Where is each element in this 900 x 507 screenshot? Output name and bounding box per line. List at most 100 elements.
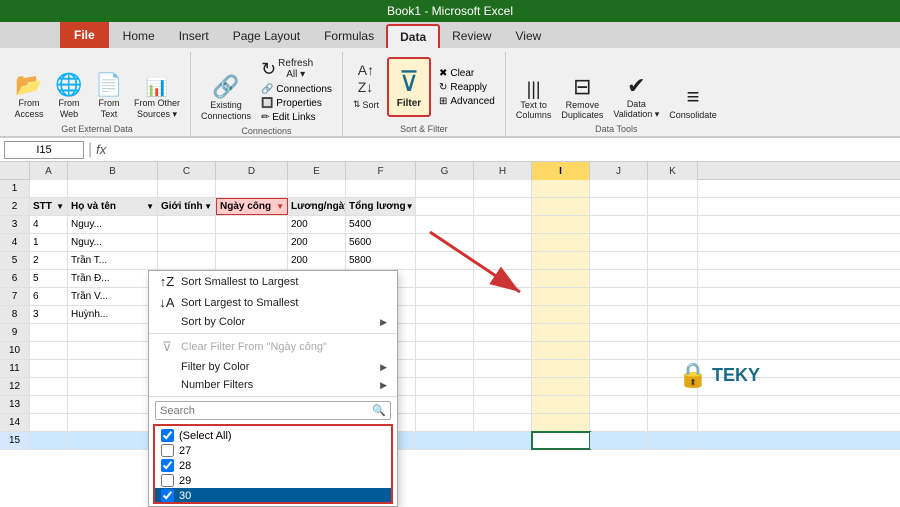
checkbox-28-input[interactable] [161,459,174,472]
filter-search-input[interactable] [156,403,368,419]
remove-duplicates-button[interactable]: ⊟ RemoveDuplicates [557,74,607,122]
clear-button[interactable]: ✖ Clear [435,67,499,80]
tab-home[interactable]: Home [111,24,167,48]
cell-h8[interactable] [474,306,532,323]
sort-largest-smallest-item[interactable]: ↓A Sort Largest to Smallest [149,292,397,313]
cell-d2[interactable]: Ngày công ▼ [216,198,288,215]
text-to-columns-button[interactable]: ||| Text toColumns [512,78,556,122]
from-other-sources-button[interactable]: 📊 From OtherSources ▾ [130,76,184,122]
cell-g1[interactable] [416,180,474,197]
col-header-e[interactable]: E [288,162,346,180]
cell-h4[interactable] [474,234,532,251]
cell-c3[interactable] [158,216,216,233]
checkbox-select-all-input[interactable] [161,429,174,442]
tab-view[interactable]: View [503,24,553,48]
col-header-g[interactable]: G [416,162,474,180]
cell-b11[interactable] [68,360,158,377]
checkbox-30[interactable]: 30 [155,488,391,503]
advanced-button[interactable]: ⊞ Advanced [435,95,499,108]
cell-j13[interactable] [590,396,648,413]
tab-review[interactable]: Review [440,24,503,48]
cell-k2[interactable] [648,198,698,215]
cell-h3[interactable] [474,216,532,233]
filter-button[interactable]: ⊽ Filter [387,57,431,117]
cell-a8[interactable]: 3 [30,306,68,323]
cell-e5[interactable]: 200 [288,252,346,269]
cell-g13[interactable] [416,396,474,413]
cell-i1[interactable] [532,180,590,197]
existing-connections-button[interactable]: 🔗 ExistingConnections [197,74,255,124]
cell-a15[interactable] [30,432,68,449]
cell-e1[interactable] [288,180,346,197]
cell-b15[interactable] [68,432,158,449]
cell-c4[interactable] [158,234,216,251]
cell-i13[interactable] [532,396,590,413]
cell-g14[interactable] [416,414,474,431]
cell-j9[interactable] [590,324,648,341]
cell-k10[interactable] [648,342,698,359]
cell-h11[interactable] [474,360,532,377]
cell-g8[interactable] [416,306,474,323]
cell-a6[interactable]: 5 [30,270,68,287]
col-header-k[interactable]: K [648,162,698,180]
cell-k9[interactable] [648,324,698,341]
cell-h1[interactable] [474,180,532,197]
cell-h15[interactable] [474,432,532,449]
cell-b8[interactable]: Huỳnh... [68,306,158,323]
cell-k3[interactable] [648,216,698,233]
cell-a12[interactable] [30,378,68,395]
cell-d4[interactable] [216,234,288,251]
cell-h9[interactable] [474,324,532,341]
checkbox-29[interactable]: 29 [155,473,391,488]
cell-h7[interactable] [474,288,532,305]
cell-b1[interactable] [68,180,158,197]
cell-j11[interactable] [590,360,648,377]
cell-g15[interactable] [416,432,474,449]
name-box[interactable] [4,141,84,159]
checkbox-select-all[interactable]: (Select All) [155,428,391,443]
cell-b12[interactable] [68,378,158,395]
connections-link[interactable]: 🔗 Connections [257,83,336,96]
cell-a9[interactable] [30,324,68,341]
cell-e3[interactable]: 200 [288,216,346,233]
number-filters-item[interactable]: Number Filters [149,376,397,394]
cell-a5[interactable]: 2 [30,252,68,269]
cell-k5[interactable] [648,252,698,269]
cell-g9[interactable] [416,324,474,341]
checkbox-31[interactable]: 31 [155,503,391,504]
cell-h12[interactable] [474,378,532,395]
filter-by-color-item[interactable]: Filter by Color [149,358,397,376]
cell-k14[interactable] [648,414,698,431]
cell-g7[interactable] [416,288,474,305]
edit-links-link[interactable]: ✏ Edit Links [257,111,336,124]
filter-dropdown-d[interactable]: ▼ [276,202,284,211]
cell-a11[interactable] [30,360,68,377]
cell-a7[interactable]: 6 [30,288,68,305]
cell-b9[interactable] [68,324,158,341]
cell-i12[interactable] [532,378,590,395]
cell-b6[interactable]: Trần Đ... [68,270,158,287]
checkbox-28[interactable]: 28 [155,458,391,473]
cell-j5[interactable] [590,252,648,269]
cell-k13[interactable] [648,396,698,413]
cell-g2[interactable] [416,198,474,215]
cell-j3[interactable] [590,216,648,233]
formula-input[interactable] [110,141,896,159]
cell-i8[interactable] [532,306,590,323]
cell-b2[interactable]: Họ và tên ▼ [68,198,158,215]
checkbox-29-input[interactable] [161,474,174,487]
cell-j10[interactable] [590,342,648,359]
cell-k4[interactable] [648,234,698,251]
col-header-f[interactable]: F [346,162,416,180]
cell-b3[interactable]: Nguy... [68,216,158,233]
cell-i5[interactable] [532,252,590,269]
tab-page-layout[interactable]: Page Layout [221,24,312,48]
cell-j8[interactable] [590,306,648,323]
filter-dropdown-a[interactable]: ▼ [56,202,64,211]
cell-h5[interactable] [474,252,532,269]
search-icon[interactable]: 🔍 [368,402,390,419]
cell-b14[interactable] [68,414,158,431]
filter-search-box[interactable]: 🔍 [155,401,391,420]
cell-i7[interactable] [532,288,590,305]
tab-insert[interactable]: Insert [167,24,221,48]
